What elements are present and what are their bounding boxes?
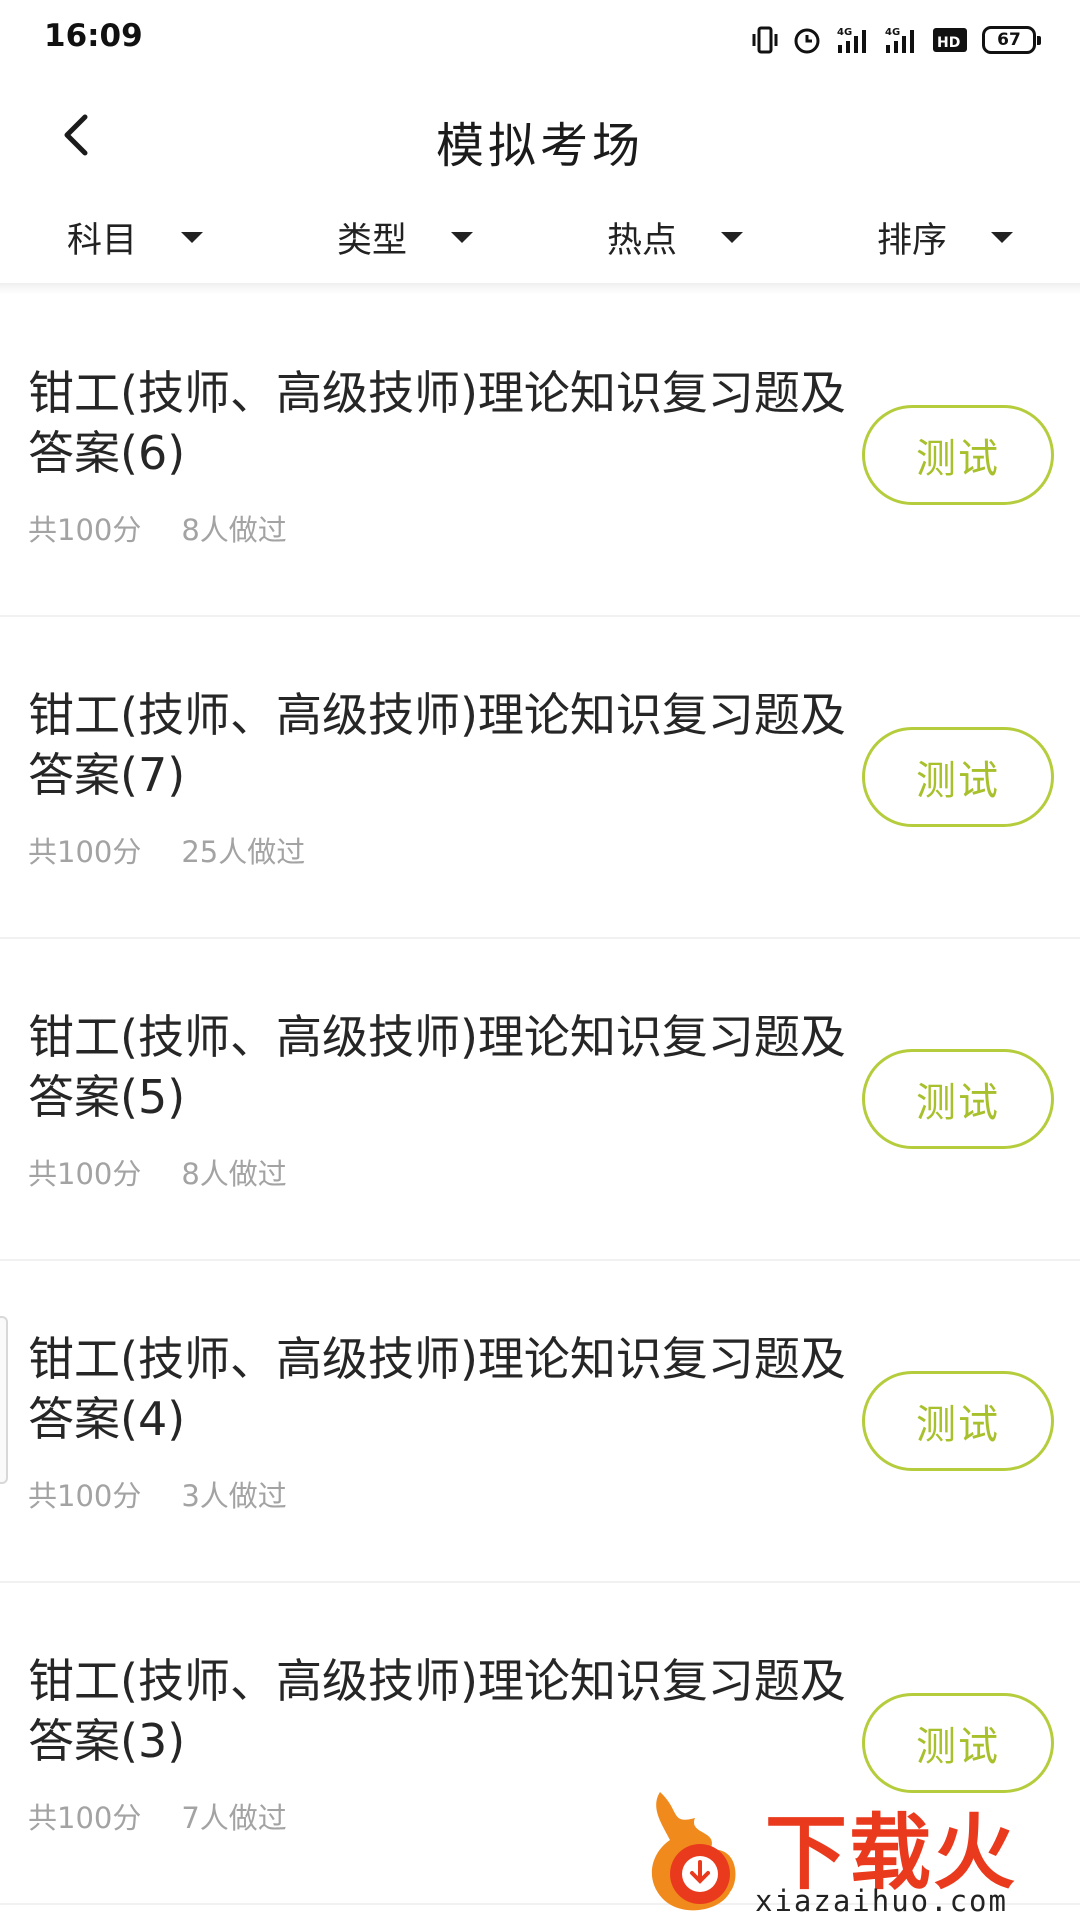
- status-icons: 4G 4G HD 67: [752, 20, 1041, 60]
- exam-meta: 共100分 8人做过: [28, 507, 287, 549]
- filter-label: 科目: [66, 221, 137, 261]
- test-button[interactable]: 测试: [862, 1049, 1054, 1149]
- alarm-icon: [792, 25, 822, 55]
- page-title: 模拟考场: [435, 118, 644, 174]
- test-button[interactable]: 测试: [862, 727, 1054, 827]
- caret-down-icon: [451, 232, 473, 243]
- test-button[interactable]: 测试: [862, 1371, 1054, 1471]
- svg-text:4G: 4G: [885, 27, 900, 38]
- caret-down-icon: [181, 232, 203, 243]
- exam-meta: 共100分 7人做过: [28, 1795, 287, 1837]
- filter-type[interactable]: 类型: [270, 190, 540, 285]
- filter-label: 排序: [876, 221, 947, 261]
- watermark-url: xiazaihuo.com: [755, 1884, 1008, 1918]
- exam-takers: 7人做过: [181, 1801, 287, 1835]
- signal-4g-icon: 4G: [884, 25, 918, 55]
- list-item[interactable]: 钳工(技师、高级技师)理论知识复习题及答案(4) 共100分 3人做过 测试: [0, 1261, 1080, 1583]
- exam-takers: 25人做过: [181, 835, 306, 869]
- exam-list: 钳工(技师、高级技师)理论知识复习题及答案(6) 共100分 8人做过 测试 钳…: [0, 295, 1080, 1905]
- caret-down-icon: [991, 232, 1013, 243]
- exam-title: 钳工(技师、高级技师)理论知识复习题及答案(4): [28, 1332, 846, 1446]
- exam-title: 钳工(技师、高级技师)理论知识复习题及答案(5): [28, 1010, 846, 1124]
- svg-text:4G: 4G: [837, 27, 852, 38]
- header: 模拟考场: [0, 80, 1080, 190]
- status-bar: 16:09 4G 4G HD 67: [0, 0, 1080, 80]
- exam-takers: 8人做过: [181, 1157, 287, 1191]
- filter-label: 类型: [336, 221, 407, 261]
- svg-text:HD: HD: [937, 35, 960, 51]
- caret-down-icon: [721, 232, 743, 243]
- list-item[interactable]: 钳工(技师、高级技师)理论知识复习题及答案(6) 共100分 8人做过 测试: [0, 295, 1080, 617]
- hd-icon: HD: [932, 25, 968, 55]
- watermark-logo: 下载火 xiazaihuo.com: [640, 1780, 1080, 1920]
- edge-drag-handle[interactable]: [0, 1316, 8, 1484]
- filter-bar: 科目 类型 热点 排序: [0, 190, 1080, 285]
- filter-hot[interactable]: 热点: [540, 190, 810, 285]
- exam-score: 共100分: [28, 1479, 142, 1513]
- exam-score: 共100分: [28, 835, 142, 869]
- signal-4g-icon: 4G: [836, 25, 870, 55]
- exam-title: 钳工(技师、高级技师)理论知识复习题及答案(6): [28, 366, 846, 480]
- divider: [0, 283, 1080, 295]
- filter-sort[interactable]: 排序: [810, 190, 1080, 285]
- exam-score: 共100分: [28, 1801, 142, 1835]
- exam-takers: 3人做过: [181, 1479, 287, 1513]
- battery-icon: 67: [982, 26, 1041, 54]
- exam-meta: 共100分 8人做过: [28, 1151, 287, 1193]
- exam-takers: 8人做过: [181, 513, 287, 547]
- status-time: 16:09: [44, 18, 143, 54]
- exam-meta: 共100分 3人做过: [28, 1473, 287, 1515]
- exam-score: 共100分: [28, 513, 142, 547]
- vibrate-icon: [752, 25, 778, 55]
- filter-label: 热点: [606, 221, 677, 261]
- list-item[interactable]: 钳工(技师、高级技师)理论知识复习题及答案(7) 共100分 25人做过 测试: [0, 617, 1080, 939]
- test-button[interactable]: 测试: [862, 405, 1054, 505]
- filter-subject[interactable]: 科目: [0, 190, 270, 285]
- test-button[interactable]: 测试: [862, 1693, 1054, 1793]
- exam-meta: 共100分 25人做过: [28, 829, 305, 871]
- exam-title: 钳工(技师、高级技师)理论知识复习题及答案(7): [28, 688, 846, 802]
- exam-score: 共100分: [28, 1157, 142, 1191]
- exam-title: 钳工(技师、高级技师)理论知识复习题及答案(3): [28, 1654, 846, 1768]
- list-item[interactable]: 钳工(技师、高级技师)理论知识复习题及答案(5) 共100分 8人做过 测试: [0, 939, 1080, 1261]
- exam-list-screen: 16:09 4G 4G HD 67 模拟考场 科目 类型 热点 排序 钳工(技师…: [0, 0, 1080, 1920]
